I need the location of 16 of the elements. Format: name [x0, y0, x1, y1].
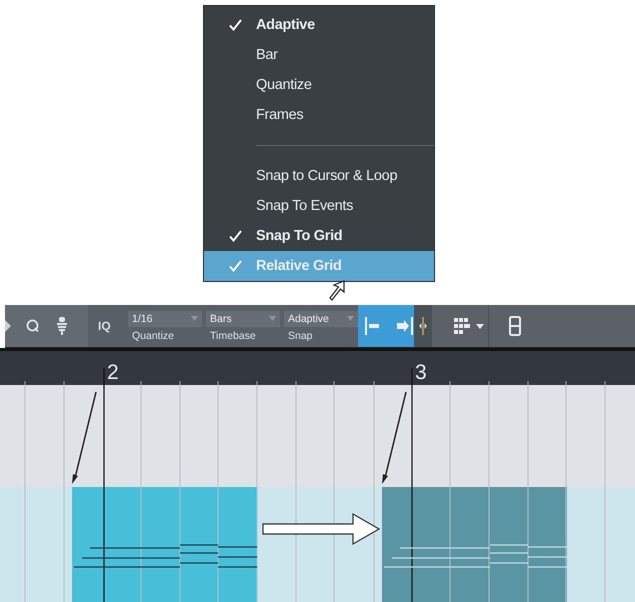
menu-item[interactable]: Snap To Grid [204, 221, 434, 251]
menu-item[interactable]: Frames [204, 100, 434, 130]
menu-item[interactable]: Snap To Events [204, 191, 434, 221]
menu-item[interactable]: Adaptive [204, 10, 434, 40]
bar-number: 2 [107, 361, 119, 384]
dropdown[interactable]: Bars [206, 310, 280, 326]
dropdown-label: Timebase [209, 328, 257, 342]
bar-number: 3 [415, 361, 427, 384]
dropdown-label: Quantize [131, 328, 176, 342]
dropdown-label: Snap [287, 328, 314, 342]
menu-item[interactable]: Bar [204, 40, 434, 70]
menu-item[interactable]: Quantize [204, 70, 434, 100]
dropdown[interactable]: 1/16 [128, 310, 202, 326]
menu-item[interactable]: Snap to Cursor & Loop [204, 161, 434, 191]
iq-label: IQ [98, 319, 112, 333]
dropdown[interactable]: Adaptive [284, 310, 358, 326]
